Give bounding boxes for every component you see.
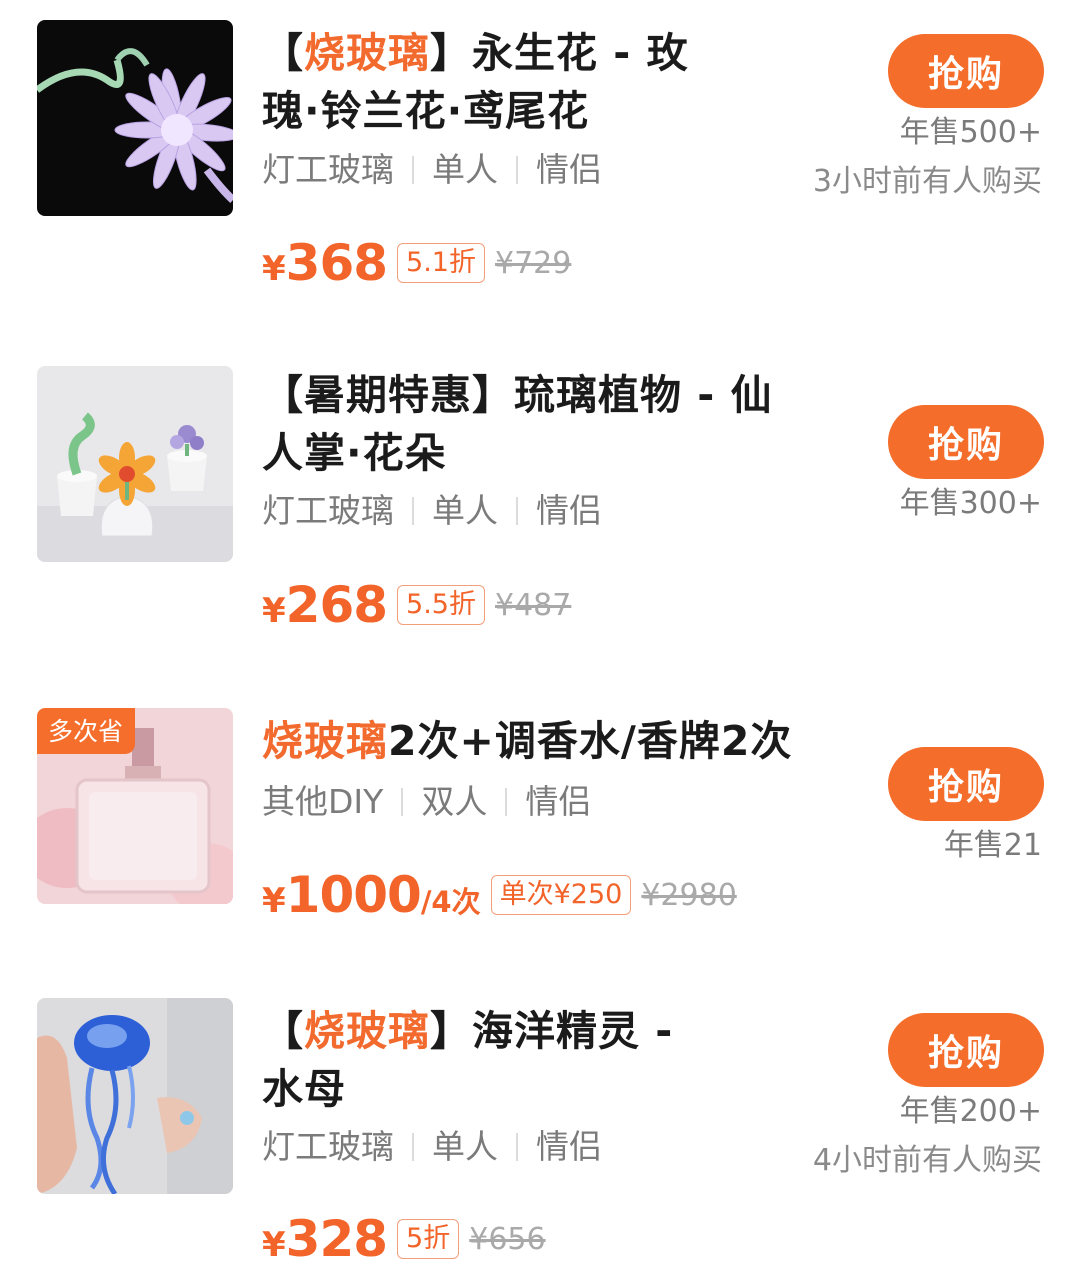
original-price: ¥656 (469, 1221, 546, 1257)
discount-badge: 5.5折 (397, 585, 485, 625)
price-row: ¥368 5.1折 ¥729 (262, 234, 571, 292)
tag: 情侣 (536, 491, 602, 530)
annual-sales: 年售200+ (899, 1094, 1042, 1129)
product-title[interactable]: 【烧玻璃】永生花 - 玫 瑰·铃兰花·鸢尾花 (262, 24, 689, 140)
buy-button[interactable]: 抢购 (888, 405, 1044, 479)
recent-purchase: 3小时前有人购买 (812, 164, 1042, 199)
recent-purchase: 4小时前有人购买 (812, 1143, 1042, 1178)
tag: 单人 (432, 1127, 498, 1166)
tag: 情侣 (536, 150, 602, 189)
tag: 其他DIY (262, 782, 384, 821)
buy-button[interactable]: 抢购 (888, 34, 1044, 108)
divider (516, 156, 518, 184)
buy-button[interactable]: 抢购 (888, 1013, 1044, 1087)
sale-price: ¥368 (262, 234, 388, 292)
product-tags: 其他DIY 双人 情侣 (262, 782, 591, 822)
discount-badge: 5折 (397, 1219, 460, 1259)
product-title[interactable]: 烧玻璃2次+调香水/香牌2次 (262, 712, 792, 770)
per-use-price-badge: 单次¥250 (490, 875, 632, 915)
tag: 单人 (432, 150, 498, 189)
product-tags: 灯工玻璃 单人 情侣 (262, 491, 602, 531)
divider (412, 156, 414, 184)
divider (516, 497, 518, 525)
price-row: ¥268 5.5折 ¥487 (262, 576, 571, 634)
sale-price: ¥328 (262, 1210, 388, 1268)
tag: 情侣 (536, 1127, 602, 1166)
tag: 单人 (432, 491, 498, 530)
annual-sales: 年售500+ (899, 115, 1042, 150)
tag: 灯工玻璃 (262, 491, 394, 530)
tag: 情侣 (525, 782, 592, 821)
tag: 灯工玻璃 (262, 1127, 394, 1166)
divider (412, 497, 414, 525)
product-image-perfume[interactable]: 多次省 (37, 708, 233, 904)
annual-sales: 年售300+ (899, 486, 1042, 521)
buy-button[interactable]: 抢购 (888, 747, 1044, 821)
product-title[interactable]: 【烧玻璃】海洋精灵 - 水母 (262, 1002, 673, 1118)
product-image-glass-flower[interactable] (37, 20, 233, 216)
original-price: ¥487 (495, 587, 572, 623)
divider (505, 788, 508, 816)
annual-sales: 年售21 (943, 828, 1042, 863)
multi-use-badge: 多次省 (37, 708, 136, 754)
divider (401, 788, 404, 816)
sale-price: ¥268 (262, 576, 388, 634)
original-price: ¥729 (495, 245, 572, 281)
product-tags: 灯工玻璃 单人 情侣 (262, 1127, 602, 1167)
price-row: ¥1000/4次 单次¥250 ¥2980 (262, 866, 737, 924)
product-title[interactable]: 【暑期特惠】琉璃植物 - 仙 人掌·花朵 (262, 366, 773, 482)
original-price: ¥2980 (641, 877, 737, 913)
tag: 灯工玻璃 (262, 150, 394, 189)
sale-price: ¥1000/4次 (262, 866, 481, 924)
product-tags: 灯工玻璃 单人 情侣 (262, 150, 602, 190)
divider (516, 1133, 518, 1161)
discount-badge: 5.1折 (397, 243, 485, 283)
divider (412, 1133, 414, 1161)
price-row: ¥328 5折 ¥656 (262, 1210, 546, 1268)
product-image-glass-plants[interactable] (37, 366, 233, 562)
product-image-glass-jellyfish[interactable] (37, 998, 233, 1194)
tag: 双人 (421, 782, 488, 821)
